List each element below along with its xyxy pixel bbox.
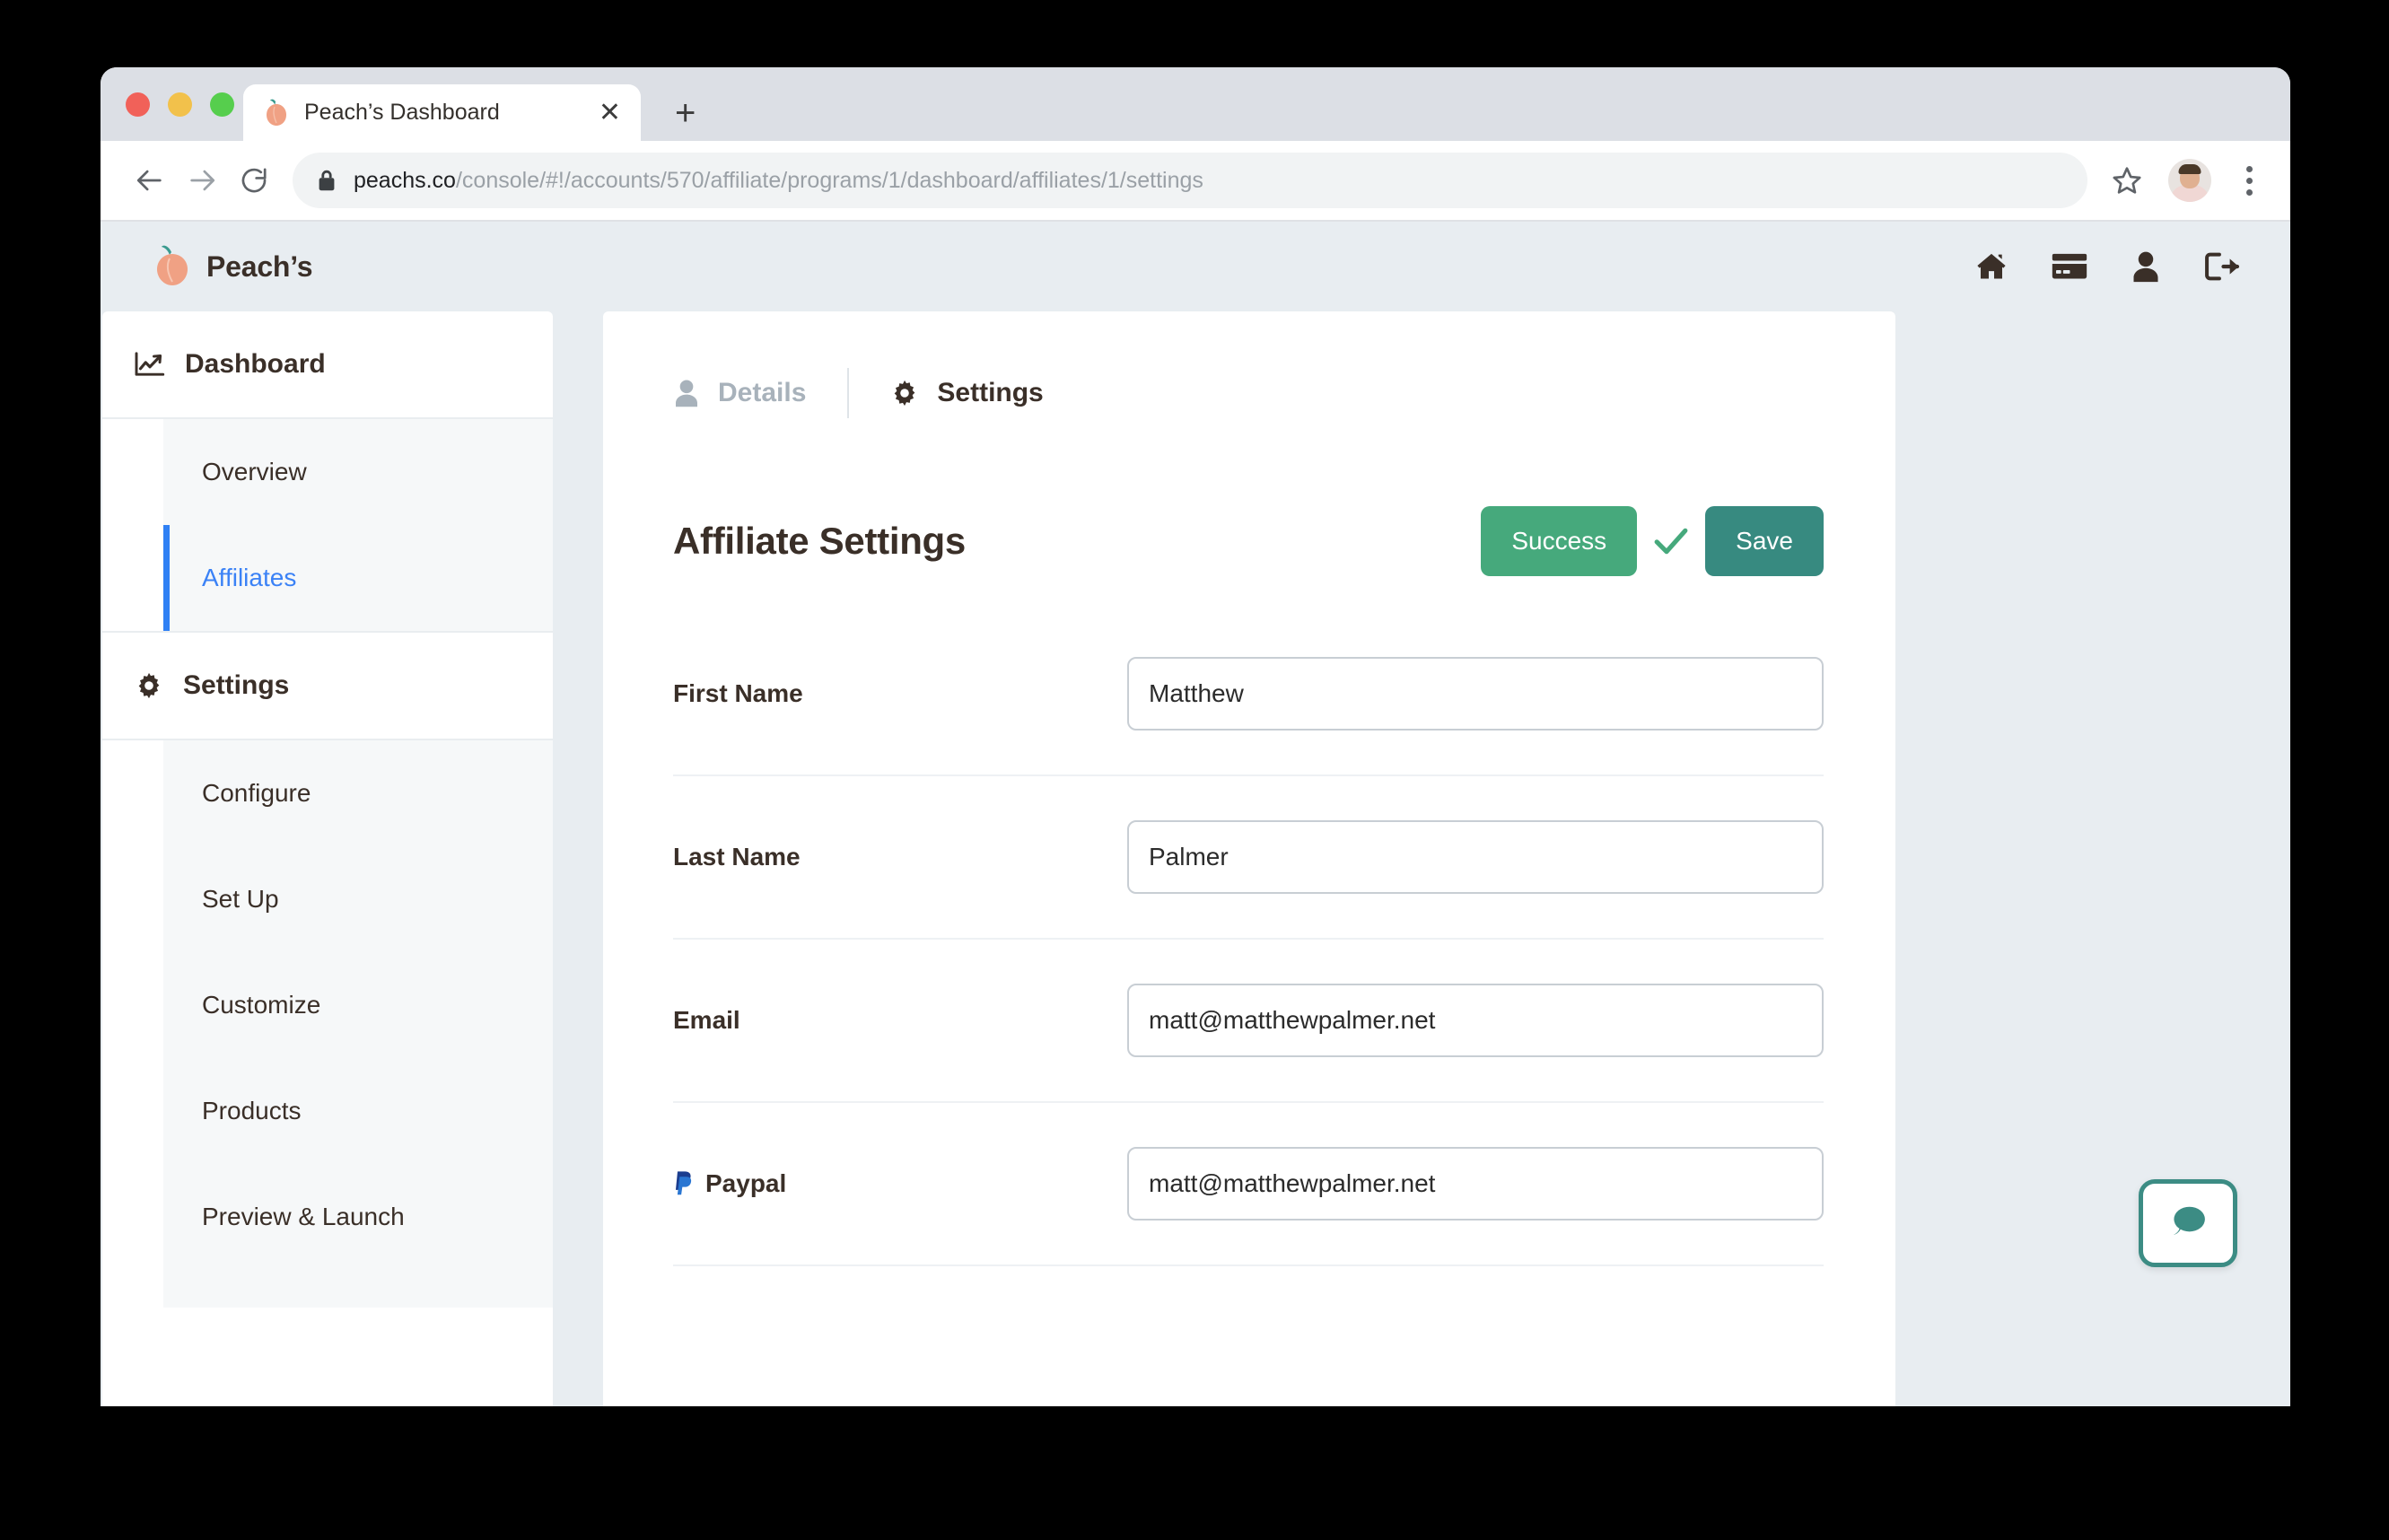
form-row-paypal: Paypal bbox=[673, 1101, 1824, 1264]
form-footer-divider bbox=[673, 1264, 1824, 1268]
sidebar-group-settings[interactable]: Settings bbox=[102, 633, 553, 739]
user-icon bbox=[673, 379, 700, 407]
url-path: /console/#!/accounts/570/affiliate/progr… bbox=[455, 167, 1203, 193]
sidebar: Dashboard Overview Affiliates Settings C… bbox=[102, 311, 553, 1406]
chat-bubble-icon bbox=[2167, 1203, 2209, 1244]
check-icon bbox=[1653, 526, 1689, 556]
sidebar-group-label: Dashboard bbox=[185, 349, 326, 379]
address-bar[interactable]: peachs.co/console/#!/accounts/570/affili… bbox=[293, 153, 2087, 208]
reload-icon[interactable] bbox=[228, 154, 280, 206]
sidebar-item-overview[interactable]: Overview bbox=[163, 419, 553, 525]
credit-card-icon[interactable] bbox=[2052, 252, 2087, 281]
sidebar-subnav-spacer bbox=[163, 1270, 553, 1308]
avatar[interactable] bbox=[2168, 159, 2211, 202]
sidebar-item-preview-launch[interactable]: Preview & Launch bbox=[163, 1164, 553, 1270]
email-input[interactable] bbox=[1127, 984, 1824, 1057]
brand-name: Peach’s bbox=[206, 249, 313, 283]
app-header: Peach’s bbox=[101, 222, 2290, 311]
chat-widget-button[interactable] bbox=[2139, 1179, 2237, 1267]
form-row-first-name: First Name bbox=[673, 613, 1824, 774]
browser-tab[interactable]: Peach’s Dashboard ✕ bbox=[243, 84, 641, 141]
close-window-button[interactable] bbox=[126, 92, 150, 117]
sidebar-item-affiliates[interactable]: Affiliates bbox=[163, 525, 553, 631]
home-icon[interactable] bbox=[1974, 250, 2008, 283]
save-button[interactable]: Save bbox=[1705, 506, 1824, 576]
header-icon-group bbox=[1974, 250, 2240, 283]
page-title: Affiliate Settings bbox=[673, 520, 966, 562]
form-row-last-name: Last Name bbox=[673, 774, 1824, 938]
kebab-menu-icon[interactable] bbox=[2231, 155, 2267, 206]
tab-settings[interactable]: Settings bbox=[890, 378, 1044, 408]
paypal-label: Paypal bbox=[673, 1169, 1127, 1198]
chart-line-icon bbox=[135, 352, 165, 377]
first-name-label: First Name bbox=[673, 679, 803, 707]
sidebar-item-configure[interactable]: Configure bbox=[163, 740, 553, 846]
tab-label: Settings bbox=[937, 378, 1044, 407]
browser-toolbar: peachs.co/console/#!/accounts/570/affili… bbox=[101, 141, 2290, 222]
sidebar-group-label: Settings bbox=[183, 670, 290, 700]
browser-window: Peach’s Dashboard ✕ + peachs.co/console/… bbox=[101, 67, 2290, 1406]
sidebar-group-dashboard[interactable]: Dashboard bbox=[102, 311, 553, 417]
peach-icon bbox=[153, 244, 192, 289]
settings-form: First Name Last Name Email bbox=[673, 613, 1824, 1268]
tab-title: Peach’s Dashboard bbox=[304, 100, 500, 125]
tab-separator bbox=[847, 368, 850, 418]
success-button[interactable]: Success bbox=[1481, 506, 1638, 576]
back-arrow-icon[interactable] bbox=[124, 154, 176, 206]
peach-icon bbox=[263, 99, 290, 127]
url-host: peachs.co bbox=[354, 167, 456, 193]
gear-icon bbox=[135, 671, 163, 700]
last-name-label: Last Name bbox=[673, 843, 801, 871]
avatar-hair bbox=[2178, 164, 2201, 174]
tab-details[interactable]: Details bbox=[673, 378, 806, 408]
paypal-icon bbox=[673, 1170, 693, 1197]
sidebar-subnav-settings: Configure Set Up Customize Products Prev… bbox=[163, 740, 553, 1270]
window-traffic-lights bbox=[126, 92, 234, 117]
application-viewport: Peach’s Dashboard Overview Affiliates Se… bbox=[101, 222, 2290, 1406]
lock-icon bbox=[316, 168, 337, 193]
page-title-row: Affiliate Settings Success Save bbox=[673, 500, 1824, 582]
paypal-input[interactable] bbox=[1127, 1147, 1824, 1221]
main-content-card: Details Settings Affiliate Settings Succ… bbox=[603, 311, 1895, 1406]
url-text: peachs.co/console/#!/accounts/570/affili… bbox=[354, 168, 1203, 194]
new-tab-button[interactable]: + bbox=[675, 95, 696, 131]
content-tabs: Details Settings bbox=[673, 354, 1824, 432]
paypal-label-text: Paypal bbox=[705, 1169, 787, 1197]
star-icon[interactable] bbox=[2102, 155, 2152, 206]
form-row-email: Email bbox=[673, 938, 1824, 1101]
first-name-input[interactable] bbox=[1127, 657, 1824, 731]
last-name-input[interactable] bbox=[1127, 820, 1824, 894]
user-icon[interactable] bbox=[2131, 250, 2161, 283]
sidebar-item-customize[interactable]: Customize bbox=[163, 952, 553, 1058]
sign-out-icon[interactable] bbox=[2204, 251, 2240, 282]
app-body: Dashboard Overview Affiliates Settings C… bbox=[101, 311, 2290, 1406]
maximize-window-button[interactable] bbox=[210, 92, 234, 117]
email-label: Email bbox=[673, 1006, 740, 1034]
sidebar-subnav-dashboard: Overview Affiliates bbox=[163, 419, 553, 631]
sidebar-item-products[interactable]: Products bbox=[163, 1058, 553, 1164]
brand-logo[interactable]: Peach’s bbox=[153, 244, 313, 289]
close-icon[interactable]: ✕ bbox=[599, 99, 621, 127]
minimize-window-button[interactable] bbox=[168, 92, 192, 117]
action-buttons: Success Save bbox=[1481, 506, 1824, 576]
browser-tab-strip: Peach’s Dashboard ✕ + bbox=[101, 67, 2290, 141]
tab-label: Details bbox=[718, 378, 807, 407]
sidebar-item-set-up[interactable]: Set Up bbox=[163, 846, 553, 952]
forward-arrow-icon[interactable] bbox=[176, 154, 228, 206]
gear-icon bbox=[890, 379, 919, 407]
